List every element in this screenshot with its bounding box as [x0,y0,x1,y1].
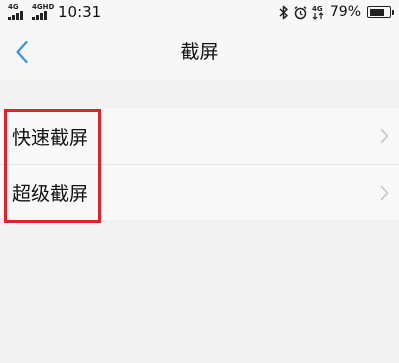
battery-level-fill [369,8,384,16]
list-item-label: 快速截屏 [12,126,89,149]
battery-icon [367,6,394,18]
settings-list: 快速截屏 超级截屏 [0,108,399,220]
chevron-right-icon [380,128,389,144]
page-title: 截屏 [180,41,219,63]
status-time: 10:31 [58,3,102,21]
battery-percentage: 79% [329,4,361,20]
back-button[interactable] [8,38,36,66]
network-type-sim1: 4G [8,3,19,11]
signal-strength-sim1-icon: 4G [8,4,28,20]
list-item-super-screenshot[interactable]: 超级截屏 [0,164,399,220]
chevron-left-icon [16,40,28,64]
4g-data-icon: 4G [312,5,324,20]
status-bar-right: 4G 79% [279,3,394,21]
status-bar-left: 4G 4GHD 10:31 [8,3,101,21]
data-network-label: 4G [312,5,323,13]
status-bar: 4G 4GHD 10:31 4G 79% [0,0,399,24]
list-item-quick-screenshot[interactable]: 快速截屏 [0,108,399,164]
signal-strength-sim2-icon: 4GHD [32,3,55,20]
app-header: 截屏 [0,24,399,80]
list-item-label: 超级截屏 [12,183,89,205]
alarm-icon [294,5,307,19]
network-type-sim2: 4GHD [32,3,55,11]
chevron-right-icon [380,185,389,200]
bluetooth-icon [279,5,288,19]
